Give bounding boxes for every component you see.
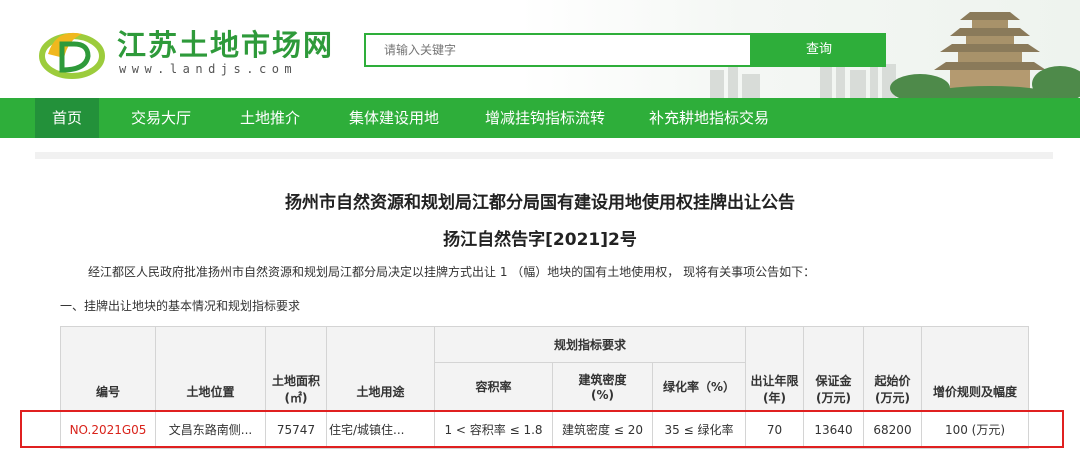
col-header-far: 容积率 [434,362,553,411]
content-divider [35,152,1053,159]
col-header-increment: 增价规则及幅度 [921,326,1029,411]
col-header-location: 土地位置 [155,326,266,411]
row-highlight-box [20,410,1064,448]
site-logo-icon [39,32,105,79]
col-header-start-price: 起始价 (万元) [863,326,922,411]
article-intro: 经江都区人民政府批准扬州市自然资源和规划局江都分局决定以挂牌方式出让 1 （幅）… [88,265,816,279]
site-title[interactable]: 江苏土地市场网 [117,22,334,64]
nav-item-trading-hall[interactable]: 交易大厅 [122,98,200,138]
nav-item-home[interactable]: 首页 [35,98,99,138]
nav-item-quota-transfer[interactable]: 增减挂钩指标流转 [478,98,612,138]
main-nav: 首页 交易大厅 土地推介 集体建设用地 增减挂钩指标流转 补充耕地指标交易 [0,98,1080,138]
site-header: 江苏土地市场网 www.landjs.com 查询 [0,0,1080,98]
col-header-use: 土地用途 [326,326,435,411]
article-title: 扬州市自然资源和规划局江都分局国有建设用地使用权挂牌出让公告 [285,193,795,213]
col-header-area: 土地面积 (㎡) [265,326,327,411]
search-input[interactable] [364,33,752,67]
search-button[interactable]: 查询 [752,33,886,67]
col-header-years: 出让年限 (年) [745,326,804,411]
col-header-density: 建筑密度 (%) [552,362,653,411]
nav-item-farmland-quota[interactable]: 补充耕地指标交易 [642,98,776,138]
col-header-green: 绿化率（%） [652,362,746,411]
group-header-planning: 规划指标要求 [434,326,746,363]
col-header-deposit: 保证金 (万元) [803,326,864,411]
site-url: www.landjs.com [119,62,298,76]
nav-item-land-promotion[interactable]: 土地推介 [230,98,310,138]
nav-item-collective-land[interactable]: 集体建设用地 [340,98,448,138]
col-header-id: 编号 [60,326,156,411]
section-heading: 一、挂牌出让地块的基本情况和规划指标要求 [60,299,301,313]
article-doc-number: 扬江自然告字[2021]2号 [443,230,637,250]
